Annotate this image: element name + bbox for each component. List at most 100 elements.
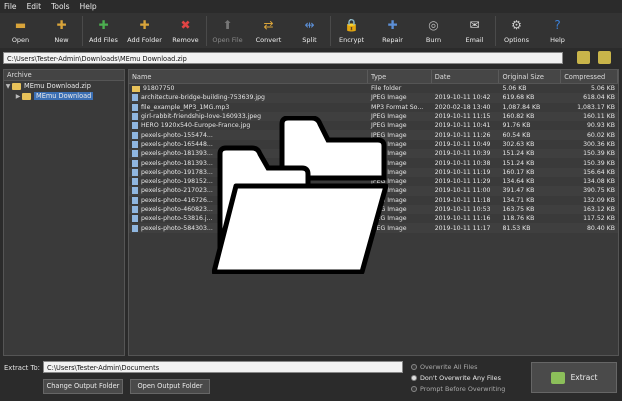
toolbar-label: Convert: [255, 36, 282, 44]
file-name: pexels-photo-181393...: [141, 150, 213, 158]
original-size-cell: 60.54 KB: [502, 131, 531, 139]
encrypt-button[interactable]: 🔒 Encrypt: [331, 13, 372, 48]
radio-dot-icon[interactable]: [411, 386, 417, 392]
file-date-cell: 2019-10-11 10:41: [434, 122, 491, 130]
extract-to-label: Extract To:: [4, 364, 40, 372]
extract-path-field[interactable]: C:\Users\Tester-Admin\Documents: [43, 361, 403, 373]
tree-item-child[interactable]: ▶ MEmu Download: [4, 91, 124, 101]
extract-button[interactable]: Extract: [531, 362, 617, 393]
add-files-icon: ✚: [98, 17, 109, 32]
compressed-size-cell: 163.12 KB: [583, 206, 615, 213]
repair-button[interactable]: ✚ Repair: [372, 13, 413, 48]
open-output-folder-button[interactable]: Open Output Folder: [130, 379, 210, 394]
compressed-size-cell: 150.39 KB: [583, 150, 615, 158]
expand-icon[interactable]: ▶: [14, 93, 22, 100]
disc-icon: ◎: [428, 17, 439, 32]
email-icon: ✉: [469, 17, 480, 32]
options-button[interactable]: ⚙ Options: [496, 13, 537, 48]
open-file-button[interactable]: ⬆ Open File: [207, 13, 248, 48]
column-type[interactable]: Type: [368, 70, 432, 83]
convert-icon: ⇄: [263, 17, 274, 32]
file-icon: [132, 103, 138, 111]
menu-help[interactable]: Help: [80, 2, 97, 11]
overwrite-option-radio[interactable]: Overwrite All Files: [411, 363, 477, 371]
help-button[interactable]: ? Help: [537, 13, 578, 48]
menu-tools[interactable]: Tools: [51, 2, 69, 11]
large-folder-icon: [212, 116, 388, 274]
compressed-size-cell: 618.04 KB: [583, 94, 615, 102]
file-name: pexels-photo-155474...: [141, 131, 213, 139]
original-size-cell: 81.53 KB: [502, 224, 531, 232]
original-size-cell: 134.71 KB: [502, 196, 535, 204]
toolbar-label: Options: [503, 36, 530, 44]
file-name: architecture-bridge-building-753639.jpg: [141, 94, 265, 102]
original-size-cell: 5.06 KB: [502, 85, 527, 93]
file-name: pexels-photo-217023...: [141, 187, 213, 195]
archive-tree-pane: Archive ▼ MEmu Download.zip ▶ MEmu Downl…: [3, 69, 125, 356]
file-type-cell: File folder: [371, 85, 402, 93]
original-size-cell: 1,087.84 KB: [502, 103, 541, 111]
file-date-cell: 2019-10-11 10:38: [434, 159, 491, 167]
toolbar-label: Repair: [382, 36, 403, 44]
menu-bar: File Edit Tools Help: [0, 0, 622, 13]
overwrite-option-radio[interactable]: Don't Overwrite Any Files: [411, 374, 501, 382]
original-size-cell: 160.17 KB: [502, 168, 535, 176]
tree-item-label: MEmu Download: [34, 92, 94, 100]
tree-item-label: MEmu Download.zip: [24, 82, 91, 90]
table-row[interactable]: file_example_MP3_1MG.mp3 MP3 Format So...…: [129, 103, 618, 112]
file-icon: [132, 206, 138, 213]
file-name: pexels-photo-460823...: [141, 206, 213, 213]
add-files-button[interactable]: ✚ Add Files: [83, 13, 124, 48]
original-size-cell: 134.64 KB: [502, 178, 535, 186]
open-folder-icon[interactable]: [598, 51, 611, 64]
file-icon: [132, 224, 138, 232]
toolbar-label: Remove: [172, 36, 199, 44]
split-button[interactable]: ⇹ Split: [289, 13, 330, 48]
remove-button[interactable]: ✖ Remove: [165, 13, 206, 48]
tree-item-root[interactable]: ▼ MEmu Download.zip: [4, 81, 124, 91]
table-row[interactable]: architecture-bridge-building-753639.jpg J…: [129, 93, 618, 103]
file-name: pexels-photo-198152...: [141, 178, 213, 186]
radio-label: Prompt Before Overwriting: [420, 385, 506, 393]
file-name: pexels-photo-416726...: [141, 196, 213, 204]
file-date-cell: 2019-10-11 10:49: [434, 140, 491, 148]
overwrite-option-radio[interactable]: Prompt Before Overwriting: [411, 385, 505, 393]
radio-dot-icon[interactable]: [411, 364, 417, 370]
folder-icon: [22, 92, 31, 100]
column-date[interactable]: Date: [432, 70, 500, 83]
table-row[interactable]: 91807750 File folder 5.06 KB 5.06 KB: [129, 84, 618, 93]
add-folder-button[interactable]: ✚ Add Folder: [124, 13, 165, 48]
archive-path-field[interactable]: C:\Users\Tester-Admin\Downloads\MEmu Dow…: [3, 52, 563, 64]
file-date-cell: 2019-10-11 10:53: [434, 206, 491, 213]
file-icon: [132, 113, 138, 121]
radio-label: Don't Overwrite Any Files: [420, 374, 501, 382]
file-icon: [132, 150, 138, 158]
file-type-cell: MP3 Format So...: [371, 103, 424, 111]
file-icon: [132, 140, 138, 148]
menu-file[interactable]: File: [4, 2, 17, 11]
open-file-icon: ⬆: [222, 17, 233, 32]
original-size-cell: 160.82 KB: [502, 113, 535, 121]
original-size-cell: 391.47 KB: [502, 187, 535, 195]
add-folder-icon: ✚: [139, 17, 150, 32]
file-icon: [132, 168, 138, 176]
file-icon: [132, 178, 138, 186]
convert-button[interactable]: ⇄ Convert: [248, 13, 289, 48]
menu-edit[interactable]: Edit: [27, 2, 42, 11]
new-archive-icon: ✚: [56, 17, 67, 32]
open-button[interactable]: ▬ Open: [0, 13, 41, 48]
column-name[interactable]: Name: [129, 70, 368, 83]
new-button[interactable]: ✚ New: [41, 13, 82, 48]
change-output-folder-button[interactable]: Change Output Folder: [43, 379, 123, 394]
email-button[interactable]: ✉ Email: [454, 13, 495, 48]
file-icon: [132, 159, 138, 167]
file-date-cell: 2019-10-11 11:15: [434, 113, 491, 121]
radio-dot-icon[interactable]: [411, 375, 417, 381]
column-original-size[interactable]: Original Size: [499, 70, 562, 83]
extract-panel: Extract To: C:\Users\Tester-Admin\Docume…: [0, 358, 622, 401]
collapse-icon[interactable]: ▼: [4, 83, 12, 90]
browse-folder-icon[interactable]: [577, 51, 590, 64]
file-name: pexels-photo-53816.j...: [141, 215, 213, 223]
burn-button[interactable]: ◎ Burn: [413, 13, 454, 48]
column-compressed[interactable]: Compressed: [561, 70, 618, 83]
